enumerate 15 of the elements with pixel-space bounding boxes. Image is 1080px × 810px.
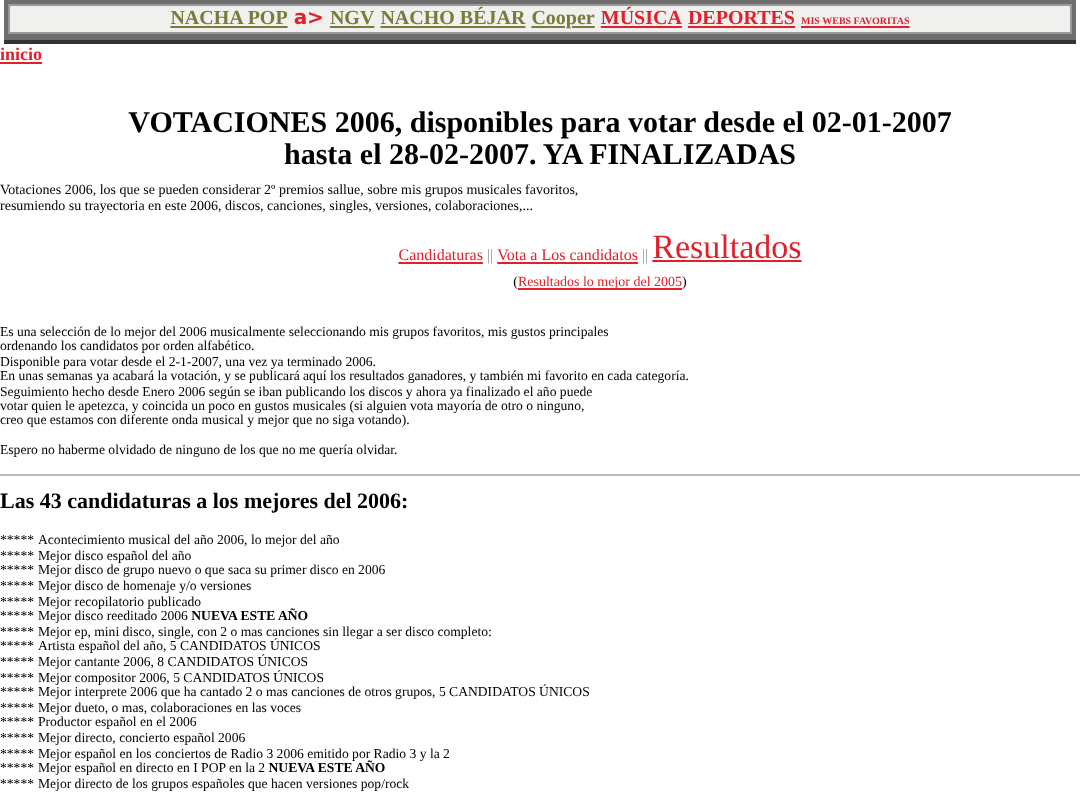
nav-link[interactable]: NGV <box>329 8 375 30</box>
nav-link[interactable]: Cooper <box>531 8 595 30</box>
nav-link[interactable]: NACHO BÉJAR <box>380 8 526 30</box>
nav-link[interactable]: MÚSICA <box>600 8 682 30</box>
nav-link[interactable]: DEPORTES <box>687 8 795 30</box>
nav-link[interactable]: NACHA POP <box>170 8 288 30</box>
nav-link[interactable]: Resultados <box>652 230 802 266</box>
nav-link[interactable]: Vota a Los candidatos <box>497 246 638 266</box>
separator: || <box>641 246 649 266</box>
page-title: VOTACIONES 2006, disponibles para votar desde el 02-01-2007 hasta el 28-02-2007. YA FINALIZADAS <box>126 108 954 172</box>
separator: || <box>486 246 494 266</box>
home-link[interactable]: inicio <box>0 44 1080 64</box>
section-heading: Las 43 candidaturas a los mejores del 2006: <box>0 490 411 517</box>
logo-text: a> <box>293 8 324 30</box>
nav-link[interactable]: Candidaturas <box>398 246 483 266</box>
